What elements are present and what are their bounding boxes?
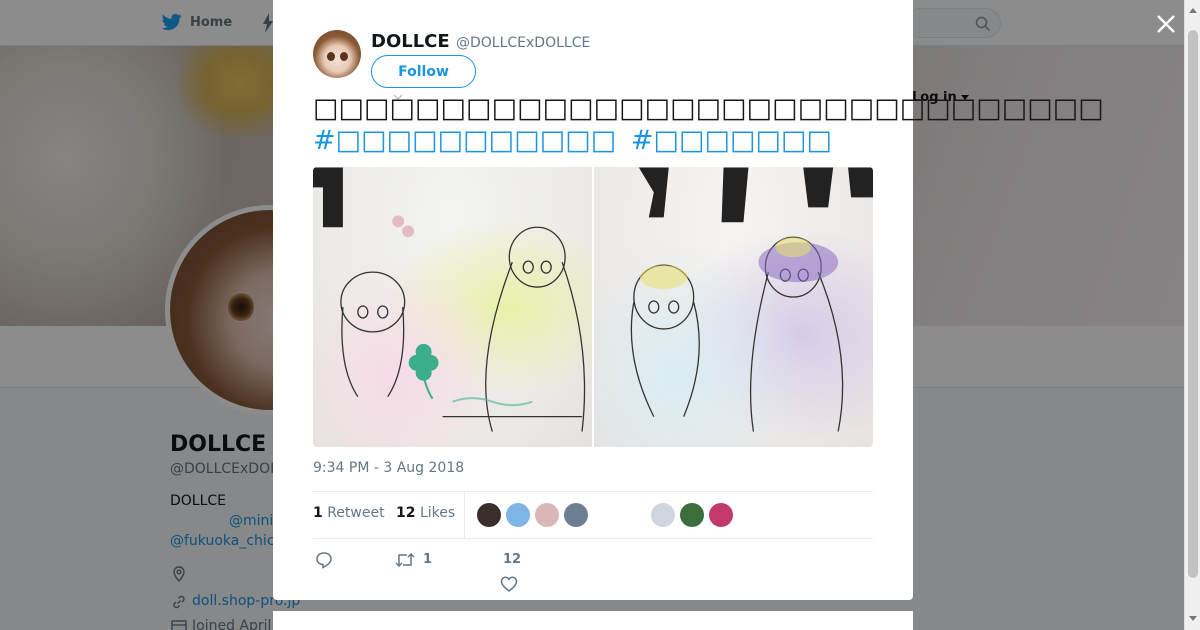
likers-avatars [477,503,733,527]
heart-icon[interactable] [500,575,518,593]
like-count[interactable]: 12 [503,552,521,567]
close-icon[interactable] [1154,12,1178,36]
liker-avatar[interactable] [709,503,733,527]
tweet-text: □□□□□□□□□□□□□□□□□□□□□□□□□□□□□□□ [313,93,1104,124]
tweet-actions: 1 12 [313,548,873,593]
tweet-author-handle[interactable]: @DOLLCExDOLLCE [456,35,590,51]
likes-stat[interactable]: 12 Likes [396,505,455,521]
scroll-down-arrow-icon[interactable] [1189,616,1197,621]
retweet-stat[interactable]: 1 Retweet [313,505,385,521]
page-scrollbar[interactable] [1184,0,1200,630]
tweet-media [313,167,873,447]
tweet-photo[interactable] [313,167,592,447]
stats-divider [464,492,465,538]
tweet-modal: DOLLCE @DOLLCExDOLLCE Follow □□□□□□□□□□□… [273,0,1104,600]
photo-illustration [313,167,586,432]
liker-avatar[interactable] [651,503,675,527]
follow-button[interactable]: Follow [371,55,476,88]
scroll-thumb[interactable] [1188,30,1198,578]
liker-avatar[interactable] [622,503,646,527]
liker-avatar[interactable] [680,503,704,527]
tweet-author-avatar[interactable] [313,30,361,78]
hashtag-link[interactable]: #□□□□□□□ [631,125,832,156]
tweet-stats: 1 Retweet 12 Likes [313,491,873,539]
liker-avatar[interactable] [535,503,559,527]
hashtag-link[interactable]: #□□□□□□□□□□□ [313,125,616,156]
tweet-hashtags: #□□□□□□□□□□□ #□□□□□□□ [313,125,838,157]
scroll-up-arrow-icon[interactable] [1189,8,1197,13]
liker-avatar[interactable] [506,503,530,527]
retweet-icon[interactable] [395,551,415,569]
retweet-count[interactable]: 1 [423,552,432,567]
reply-icon[interactable] [315,551,333,569]
photo-illustration [630,167,873,432]
tweet-timestamp[interactable]: 9:34 PM - 3 Aug 2018 [313,460,464,476]
liker-avatar[interactable] [564,503,588,527]
liker-avatar[interactable] [477,503,501,527]
tweet-author-name[interactable]: DOLLCE [371,31,450,52]
modal-footer-strip [273,611,913,630]
tweet-photo[interactable] [594,167,873,447]
liker-avatar[interactable] [593,503,617,527]
